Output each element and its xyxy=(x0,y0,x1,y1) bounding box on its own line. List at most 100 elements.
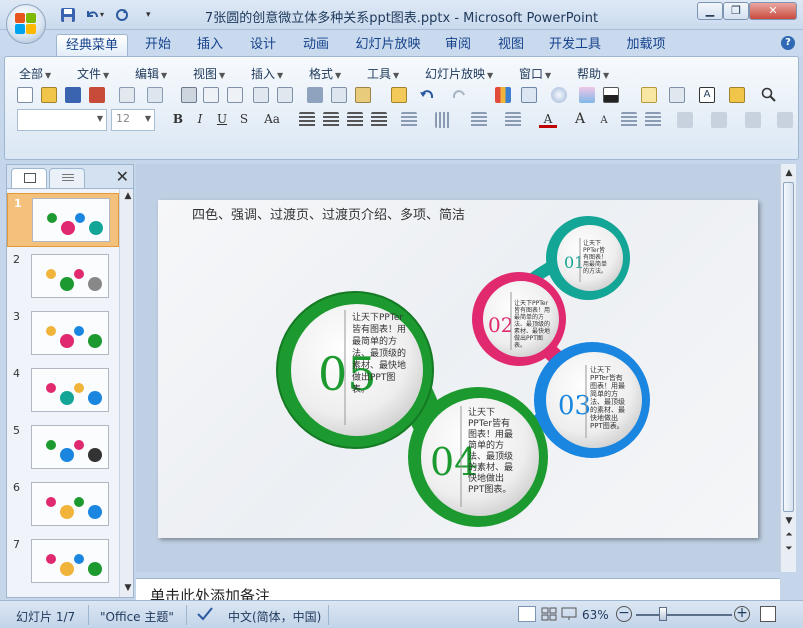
clip-art-icon[interactable] xyxy=(551,87,567,103)
new-document-icon[interactable] xyxy=(17,87,33,103)
italic-button[interactable]: I xyxy=(191,110,209,128)
slide-thumbnail-6[interactable]: 6 xyxy=(7,478,119,532)
next-slide-icon[interactable]: ⏷ xyxy=(782,542,796,556)
decrease-indent-icon[interactable] xyxy=(621,112,637,128)
numbering-icon[interactable] xyxy=(471,112,487,128)
menu-edit[interactable]: 编辑 ▼ xyxy=(135,65,167,82)
scroll-down-icon[interactable]: ▼ xyxy=(782,514,796,528)
copy-icon[interactable] xyxy=(331,87,347,103)
increase-indent-icon[interactable] xyxy=(645,112,661,128)
scroll-down-icon[interactable]: ▼ xyxy=(121,581,135,595)
slide-thumbnail-4[interactable]: 4 xyxy=(7,364,119,418)
tab-addins[interactable]: 加载项 xyxy=(618,34,674,56)
slide-thumbnail-2[interactable]: 2 xyxy=(7,250,119,304)
zoom-out-icon[interactable]: − xyxy=(616,606,632,622)
slide-thumbnail-7[interactable]: 7 xyxy=(7,535,119,589)
undo-icon[interactable] xyxy=(419,87,435,103)
tab-view[interactable]: 视图 xyxy=(489,34,533,56)
email-icon[interactable] xyxy=(147,87,163,103)
shrink-font-button[interactable]: A xyxy=(595,112,613,130)
tab-slideshow[interactable]: 幻灯片放映 xyxy=(348,34,428,56)
font-color-button[interactable]: A xyxy=(539,110,557,128)
notes-pane[interactable]: 单击此处添加备注 xyxy=(136,578,780,600)
zoom-in-icon[interactable]: + xyxy=(734,606,750,622)
tab-slides[interactable] xyxy=(11,168,47,188)
layout-icon[interactable] xyxy=(669,87,685,103)
search-icon[interactable] xyxy=(761,87,777,103)
tab-outline[interactable] xyxy=(49,168,85,188)
scroll-up-icon[interactable]: ▲ xyxy=(782,166,796,180)
theme-name[interactable]: "Office 主题" xyxy=(100,608,174,625)
columns-icon[interactable] xyxy=(401,112,417,128)
chart-icon[interactable] xyxy=(495,87,511,103)
align-left-icon[interactable] xyxy=(299,112,315,128)
zoom-slider-thumb[interactable] xyxy=(659,607,667,621)
color-fill-icon[interactable] xyxy=(603,87,619,103)
vertical-scrollbar[interactable]: ▲ ▼ ⏶ ⏷ xyxy=(780,164,796,572)
menu-format[interactable]: 格式 ▼ xyxy=(309,65,341,82)
permission-icon[interactable] xyxy=(119,87,135,103)
tab-review[interactable]: 审阅 xyxy=(436,34,480,56)
change-case-button[interactable]: Aa xyxy=(259,110,285,128)
folder-icon[interactable] xyxy=(729,87,745,103)
research-icon[interactable] xyxy=(277,87,293,103)
quick-styles-icon[interactable] xyxy=(745,112,761,128)
slide-thumbnail-5[interactable]: 5 xyxy=(7,421,119,475)
align-center-icon[interactable] xyxy=(323,112,339,128)
slide-thumbnail-1[interactable]: 1 xyxy=(7,193,119,247)
grow-font-button[interactable]: A xyxy=(571,110,589,128)
zoom-level[interactable]: 63% xyxy=(582,608,609,622)
tab-design[interactable]: 设计 xyxy=(241,34,285,56)
minimize-button[interactable]: ▁ xyxy=(697,2,723,20)
cut-icon[interactable] xyxy=(307,87,323,103)
normal-view-icon[interactable] xyxy=(518,606,536,622)
menu-all[interactable]: 全部 ▼ xyxy=(19,65,51,82)
publish-icon[interactable] xyxy=(89,87,105,103)
align-right-icon[interactable] xyxy=(347,112,363,128)
tab-developer[interactable]: 开发工具 xyxy=(542,34,608,56)
previous-slide-icon[interactable]: ⏶ xyxy=(782,528,796,542)
bold-button[interactable]: B xyxy=(169,110,187,128)
menu-slideshow[interactable]: 幻灯片放映 ▼ xyxy=(425,65,493,82)
font-name-select[interactable]: ▼ xyxy=(17,109,107,131)
font-size-select[interactable]: 12 ▼ xyxy=(111,109,155,131)
arrange-icon[interactable] xyxy=(711,112,727,128)
tab-insert[interactable]: 插入 xyxy=(188,34,232,56)
print-preview-icon[interactable] xyxy=(203,87,219,103)
tab-classic-menu[interactable]: 经典菜单 xyxy=(56,34,128,56)
paste-icon[interactable] xyxy=(355,87,371,103)
menu-help[interactable]: 帮助 ▼ xyxy=(577,65,609,82)
open-folder-icon[interactable] xyxy=(41,87,57,103)
office-button[interactable] xyxy=(6,4,46,44)
menu-tools[interactable]: 工具 ▼ xyxy=(367,65,399,82)
tab-home[interactable]: 开始 xyxy=(136,34,180,56)
text-box-icon[interactable]: A xyxy=(699,87,715,103)
menu-file[interactable]: 文件 ▼ xyxy=(77,65,109,82)
slide-sorter-icon[interactable] xyxy=(540,606,558,622)
justify-icon[interactable] xyxy=(371,112,387,128)
spelling-icon[interactable] xyxy=(253,87,269,103)
quick-print-icon[interactable] xyxy=(227,87,243,103)
print-icon[interactable] xyxy=(181,87,197,103)
slide-thumbnail-3[interactable]: 3 xyxy=(7,307,119,361)
shape-fill-icon[interactable] xyxy=(777,112,793,128)
slide-canvas[interactable]: 四色、强调、过渡页、过渡页介绍、多项、简洁 05 04 03 02 01 让天下… xyxy=(158,200,758,538)
bullets-icon[interactable] xyxy=(505,112,521,128)
scroll-up-icon[interactable]: ▲ xyxy=(121,189,135,203)
menu-window[interactable]: 窗口 ▼ xyxy=(519,65,551,82)
help-icon[interactable]: ? xyxy=(781,36,795,50)
close-icon[interactable]: ✕ xyxy=(116,167,129,186)
save-icon[interactable] xyxy=(65,87,81,103)
menu-view[interactable]: 视图 ▼ xyxy=(193,65,225,82)
tab-animations[interactable]: 动画 xyxy=(294,34,338,56)
zoom-slider-track[interactable] xyxy=(636,614,732,616)
fit-to-window-icon[interactable] xyxy=(760,606,776,622)
thumbnail-scrollbar[interactable]: ▲ ▼ xyxy=(119,189,133,597)
scroll-thumb[interactable] xyxy=(783,182,794,512)
strikethrough-button[interactable]: S xyxy=(235,110,253,128)
menu-insert[interactable]: 插入 ▼ xyxy=(251,65,283,82)
close-button[interactable]: ✕ xyxy=(749,2,797,20)
restore-button[interactable]: ❐ xyxy=(723,2,749,20)
slideshow-view-icon[interactable] xyxy=(560,606,578,622)
picture-icon[interactable] xyxy=(579,87,595,103)
